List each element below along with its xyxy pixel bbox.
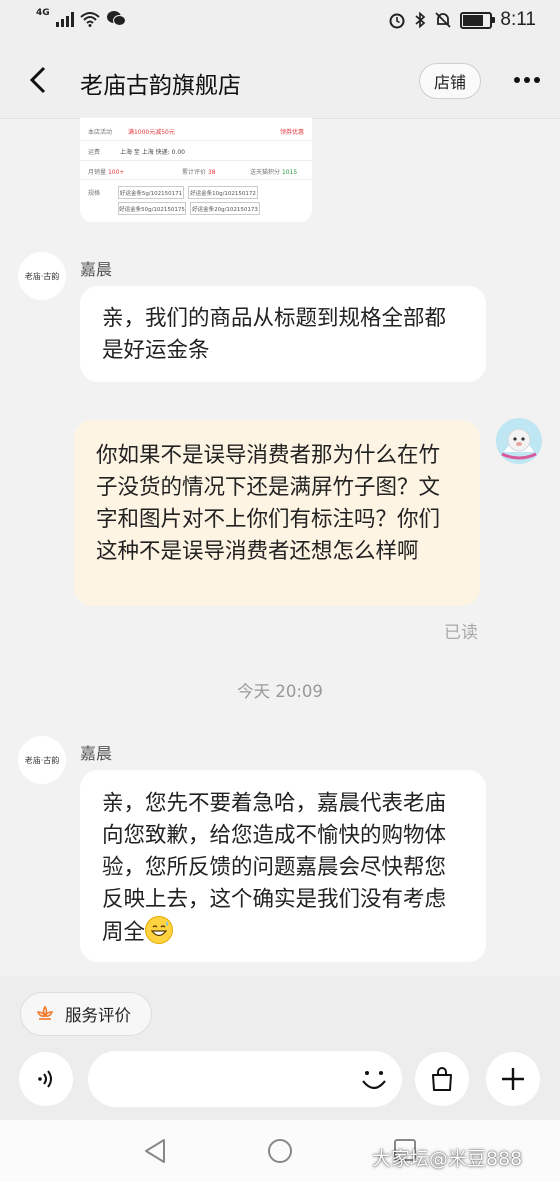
user-avatar-icon xyxy=(496,418,542,464)
status-bar: 4G 8:11 xyxy=(0,0,560,44)
back-button[interactable] xyxy=(24,64,56,96)
promo-label: 本店活动 xyxy=(88,129,113,136)
message-bubble-incoming[interactable]: 亲，您先不要着急哈，嘉晨代表老庙向您致歉，给您造成不愉快的购物体验，您所反馈的问… xyxy=(80,770,486,962)
more-plus-button[interactable] xyxy=(486,1052,540,1106)
message-input[interactable] xyxy=(88,1051,402,1107)
monthly-sales: 月销量 100+ xyxy=(88,167,124,176)
spec-label: 规格 xyxy=(88,190,101,197)
bluetooth-icon xyxy=(415,11,426,29)
spec-option[interactable]: 好运金条50g/102150175 xyxy=(118,202,186,215)
plus-icon xyxy=(502,1068,524,1090)
store-button[interactable]: 店铺 xyxy=(419,63,481,99)
points-value: 1015 xyxy=(281,169,298,176)
input-area: 服务评价 xyxy=(0,976,560,1120)
reviews-label: 累计评价 xyxy=(182,169,207,176)
more-dots-icon[interactable] xyxy=(508,68,546,92)
shipping-label: 运费 xyxy=(88,149,101,156)
sender-name: 嘉晨 xyxy=(80,744,113,763)
points: 送天猫积分 1015 xyxy=(250,167,297,176)
shop-bag-button[interactable] xyxy=(415,1052,469,1106)
chat-header: 老庙古韵旗舰店 店铺 xyxy=(0,44,560,119)
service-rating-button[interactable]: 服务评价 xyxy=(20,992,152,1036)
clock: 8:11 xyxy=(500,9,536,30)
network-type: 4G xyxy=(36,7,50,18)
spec-option[interactable]: 好运金条10g/102150172 xyxy=(188,186,258,199)
emoji-face-icon xyxy=(362,1071,386,1090)
reviews: 累计评价 38 xyxy=(182,167,216,176)
battery-icon xyxy=(460,11,496,29)
points-label: 送天猫积分 xyxy=(250,169,281,176)
back-arrow-icon xyxy=(29,66,46,94)
monthly-sales-label: 月销量 xyxy=(88,169,107,176)
avatar[interactable]: 老庙·古韵 xyxy=(18,736,66,784)
back-triangle-icon[interactable] xyxy=(142,1137,168,1165)
shopping-bag-icon xyxy=(432,1067,452,1091)
spec-option[interactable]: 好运金条20g/102150173 xyxy=(190,202,260,215)
message-bubble-incoming[interactable]: 亲，我们的商品从标题到规格全部都是好运金条 xyxy=(80,286,486,382)
message-bubble-outgoing[interactable]: 你如果不是误导消费者那为什么在竹子没货的情况下还是满屏竹子图？文字和图片对不上你… xyxy=(74,420,480,606)
mute-icon xyxy=(435,12,452,28)
divider xyxy=(80,160,312,161)
signal-bars-icon xyxy=(55,11,74,27)
promo-row: 本店活动 满1000元减50元 xyxy=(88,127,175,136)
avatar[interactable]: 老庙·古韵 xyxy=(18,252,66,300)
flower-icon xyxy=(36,1005,54,1020)
grinning-sweat-emoji xyxy=(145,916,174,944)
wechat-icon xyxy=(106,11,126,26)
monthly-sales-value: 100+ xyxy=(107,169,125,176)
emoji-button[interactable] xyxy=(358,1063,390,1095)
shipping-row: 运费 上海 至 上海 快递: 0.00 xyxy=(88,147,185,156)
read-status: 已读 xyxy=(444,623,478,643)
shop-title: 老庙古韵旗舰店 xyxy=(80,73,241,99)
coupon-link[interactable]: 领券优惠 xyxy=(280,127,304,136)
wifi-icon xyxy=(79,11,100,27)
avatar[interactable] xyxy=(496,418,542,464)
shipping-value: 上海 至 上海 快递: 0.00 xyxy=(119,149,185,156)
voice-icon xyxy=(38,1070,52,1088)
home-circle-icon[interactable] xyxy=(266,1137,294,1165)
divider xyxy=(80,179,312,180)
watermark: 大家坛@米豆888 xyxy=(372,1148,523,1170)
sender-name: 嘉晨 xyxy=(80,260,113,279)
spec-option[interactable]: 好运金条5g/102150171 xyxy=(118,186,184,199)
promo-value: 满1000元减50元 xyxy=(127,129,175,136)
voice-button[interactable] xyxy=(19,1052,73,1106)
time-divider: 今天 20:09 xyxy=(237,682,323,701)
service-rating-label: 服务评价 xyxy=(65,1006,131,1025)
reviews-value: 38 xyxy=(207,169,216,176)
divider xyxy=(80,140,312,141)
alarm-icon xyxy=(389,13,405,29)
product-card[interactable]: 本店活动 满1000元减50元 领券优惠 运费 上海 至 上海 快递: 0.00… xyxy=(80,118,312,222)
